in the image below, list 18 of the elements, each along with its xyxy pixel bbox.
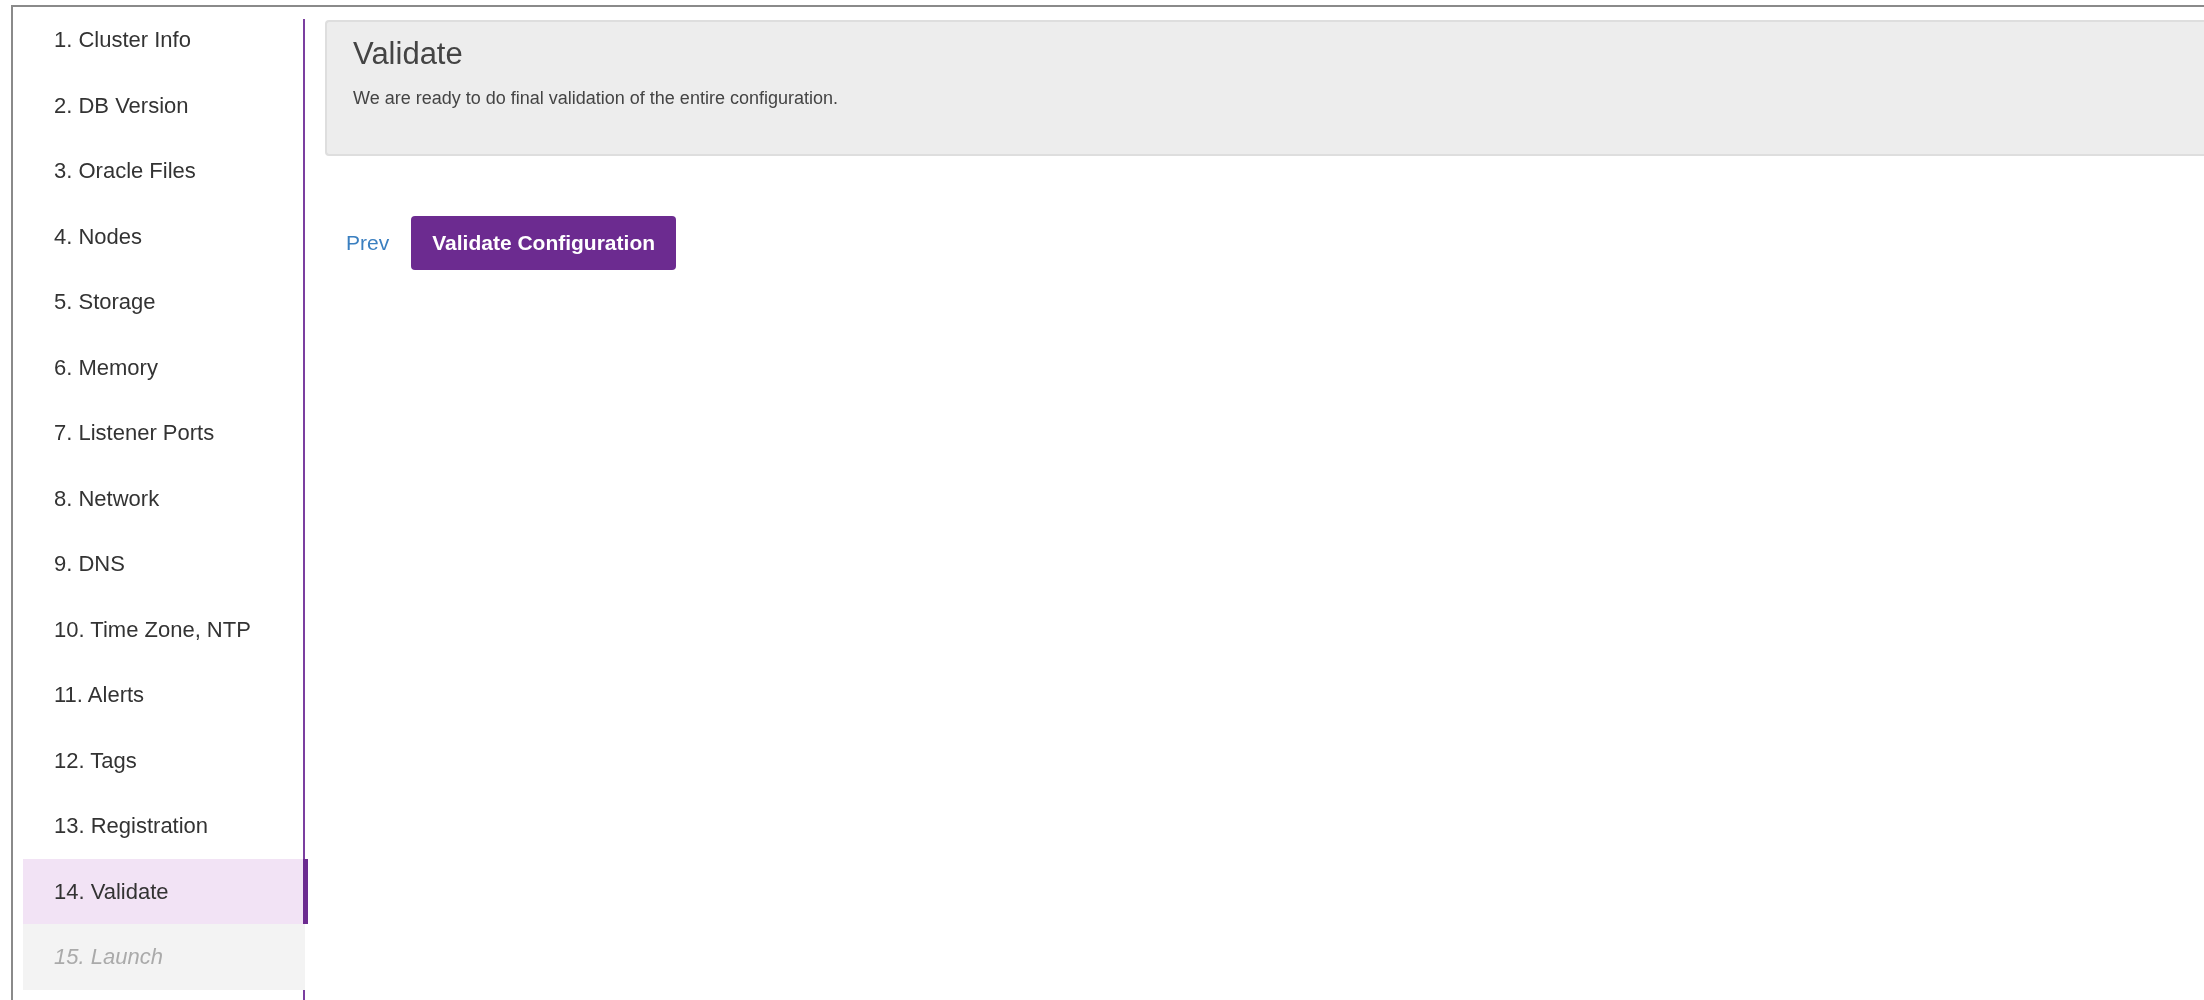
page-title: Validate	[353, 36, 464, 72]
sidebar-item[interactable]: 5. Storage	[23, 269, 305, 335]
sidebar-item[interactable]: 9. DNS	[23, 531, 305, 597]
validate-configuration-button[interactable]: Validate Configuration	[411, 216, 677, 270]
sidebar-item[interactable]: 11. Alerts	[23, 662, 305, 728]
sidebar-item[interactable]: 7. Listener Ports	[23, 400, 305, 466]
sidebar-item[interactable]: 13. Registration	[23, 793, 305, 859]
sidebar-item[interactable]: 10. Time Zone, NTP	[23, 596, 305, 662]
sidebar-item[interactable]: 3. Oracle Files	[23, 138, 305, 204]
prev-link[interactable]: Prev	[346, 231, 390, 255]
sidebar-item[interactable]: 8. Network	[23, 465, 305, 531]
sidebar-item[interactable]: 1. Cluster Info	[23, 7, 305, 73]
sidebar-item[interactable]: 6. Memory	[23, 334, 305, 400]
sidebar-item[interactable]: 12. Tags	[23, 727, 305, 793]
sidebar-item[interactable]: 14. Validate	[23, 858, 308, 924]
sidebar-item[interactable]: 2. DB Version	[23, 72, 305, 138]
description-text: We are ready to do final validation of the entire configuration.	[353, 88, 839, 109]
sidebar-item[interactable]: 4. Nodes	[23, 203, 305, 269]
